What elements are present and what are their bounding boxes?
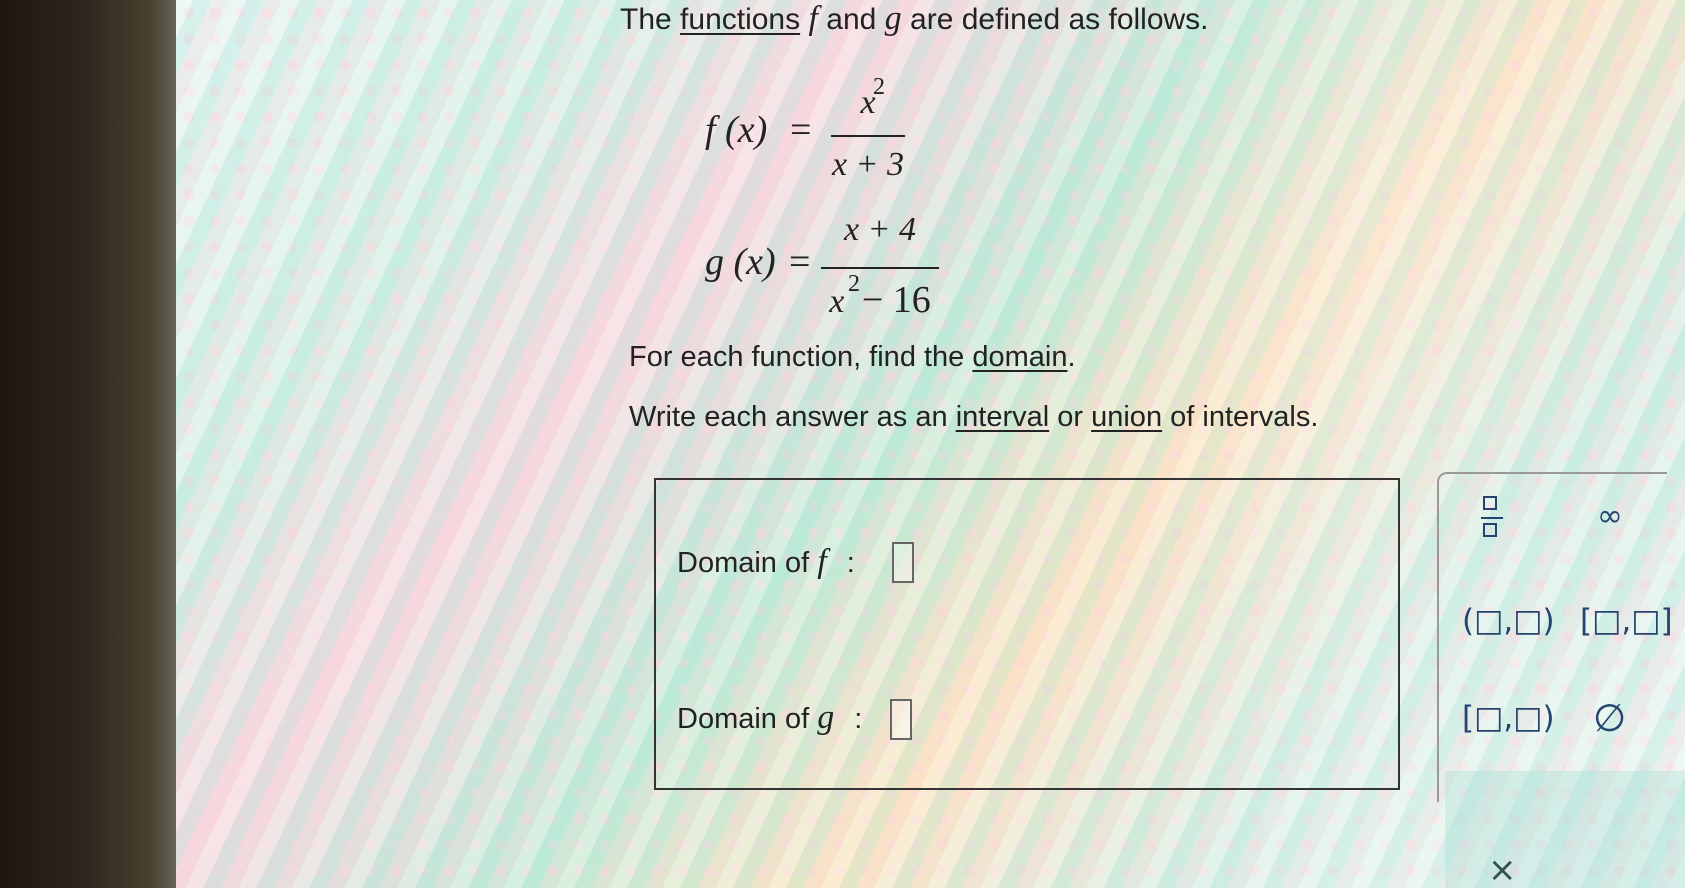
clear-icon[interactable]: × xyxy=(1488,850,1517,888)
or-text: or xyxy=(1057,401,1084,433)
fraction-bottom-box-icon xyxy=(1483,523,1497,537)
problem-intro: The functions f and g are defined as fol… xyxy=(620,0,1209,38)
domain-instruction: For each function, find the domain. xyxy=(629,341,1076,374)
domain-f-function: f xyxy=(817,543,827,580)
domain-link[interactable]: domain xyxy=(972,341,1067,373)
palette-control-bar xyxy=(1445,771,1685,888)
f-equals-sign: = xyxy=(790,109,812,151)
fraction-button[interactable] xyxy=(1481,496,1503,546)
fraction-bar-icon xyxy=(1481,517,1503,519)
defined-text: are defined as follows. xyxy=(910,3,1209,36)
f-fraction-bar xyxy=(831,135,905,137)
domain-f-row: Domain of f : xyxy=(677,542,914,583)
domain-g-input[interactable] xyxy=(890,699,912,740)
open-interval-button[interactable]: (□,□) xyxy=(1462,603,1555,639)
answer-prefix: Write each answer as an xyxy=(629,401,948,433)
monitor-bezel xyxy=(0,0,190,888)
domain-prefix: For each function, find the xyxy=(629,341,965,373)
g-fraction-bar xyxy=(821,267,939,269)
domain-f-colon: : xyxy=(846,547,855,579)
fraction-top-box-icon xyxy=(1483,496,1497,510)
empty-set-button[interactable]: ∅ xyxy=(1593,696,1626,740)
function-g-name: g xyxy=(884,0,902,37)
domain-suffix: . xyxy=(1067,341,1076,373)
interval-link[interactable]: interval xyxy=(956,401,1050,433)
intro-text: The xyxy=(620,3,672,36)
g-denominator-exponent: 2 xyxy=(848,271,860,297)
g-denominator-tail: − 16 xyxy=(861,279,931,321)
photo-of-screen: The functions f and g are defined as fol… xyxy=(0,0,1685,888)
f-numerator: x 2 xyxy=(831,74,905,123)
math-problem-content: The functions f and g are defined as fol… xyxy=(414,0,1685,888)
functions-link[interactable]: functions xyxy=(680,3,800,36)
g-numerator: x + 4 xyxy=(843,211,917,248)
closed-open-interval-button[interactable]: [□,□) xyxy=(1462,700,1555,736)
domain-g-label: Domain of xyxy=(677,703,810,735)
domain-f-label: Domain of xyxy=(677,547,810,579)
domain-g-colon: : xyxy=(854,703,863,735)
domain-g-row: Domain of g : xyxy=(677,699,912,740)
math-symbol-palette: ∞ -∞ (□,□) [□,□] (□,□] [□,□) ∅ □∪□ xyxy=(1437,472,1673,802)
g-left-side: g (x) xyxy=(705,241,776,283)
g-denominator-base: x xyxy=(829,283,845,320)
and-text: and xyxy=(826,3,877,36)
f-fraction: x 2 x + 3 xyxy=(831,74,905,200)
f-numerator-exponent: 2 xyxy=(873,74,885,100)
screen-area: The functions f and g are defined as fol… xyxy=(176,0,1685,888)
union-link[interactable]: union xyxy=(1091,401,1162,433)
infinity-button[interactable]: ∞ xyxy=(1597,498,1623,534)
closed-interval-button[interactable]: [□,□] xyxy=(1580,603,1673,639)
f-denominator: x + 3 xyxy=(831,146,905,183)
domain-g-function: g xyxy=(817,699,835,736)
g-fraction: x + 4 x 2 − 16 xyxy=(821,206,939,332)
function-f-name: f xyxy=(808,0,818,37)
g-equals-sign: = xyxy=(789,241,811,283)
domain-f-input[interactable] xyxy=(892,542,914,583)
f-left-side: f (x) xyxy=(705,109,768,151)
g-denominator: x 2 − 16 xyxy=(821,271,939,322)
answer-instruction: Write each answer as an interval or unio… xyxy=(629,401,1318,434)
answer-suffix: of intervals. xyxy=(1170,401,1319,433)
answer-box: Domain of f : Domain of g : xyxy=(654,478,1400,790)
